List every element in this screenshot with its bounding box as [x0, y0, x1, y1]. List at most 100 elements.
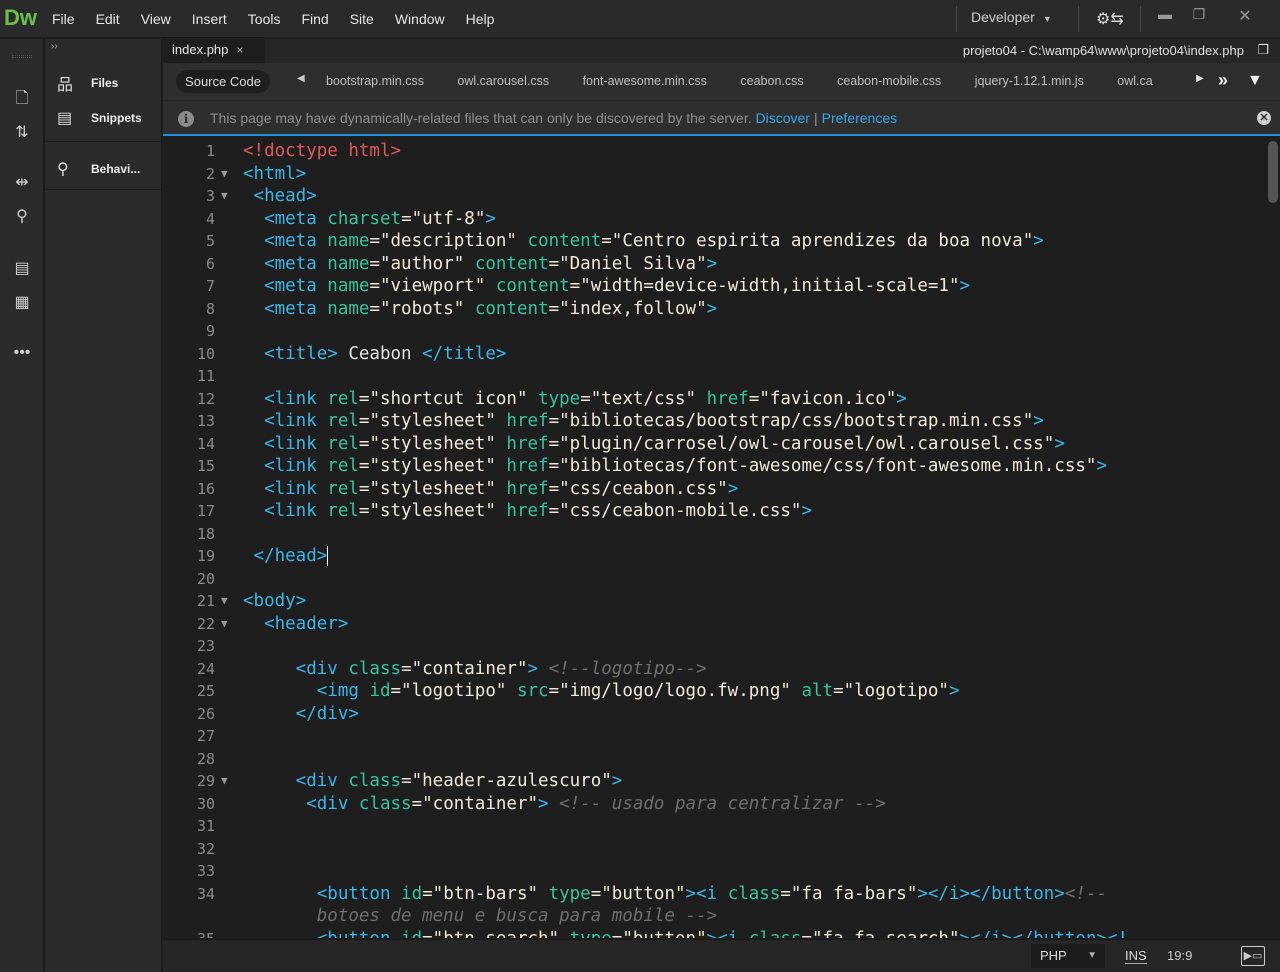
scroll-left-icon[interactable]: ◀	[297, 73, 305, 84]
panel-snippets[interactable]: ▤ Snippets	[45, 101, 161, 135]
related-file[interactable]: owl.ca	[1117, 63, 1152, 100]
code-line[interactable]: 31	[163, 815, 1263, 837]
menu-edit[interactable]: Edit	[96, 11, 120, 27]
preferences-link[interactable]: Preferences	[822, 110, 897, 126]
code-line[interactable]: 4 <meta charset="utf-8">	[163, 208, 1263, 230]
menu-insert[interactable]: Insert	[192, 11, 227, 27]
gear-sync-icon[interactable]: ⚙⇆	[1096, 9, 1130, 29]
scroll-right-icon[interactable]: ▶	[1196, 73, 1204, 84]
code-line[interactable]: 15 <link rel="stylesheet" href="bibliote…	[163, 455, 1263, 477]
code-line[interactable]: 17 <link rel="stylesheet" href="css/ceab…	[163, 500, 1263, 522]
code-text: <link rel="stylesheet" href="plugin/carr…	[243, 433, 1065, 455]
code-line[interactable]: 6 <meta name="author" content="Daniel Si…	[163, 253, 1263, 275]
code-line[interactable]: 26 </div>	[163, 703, 1263, 725]
code-editor[interactable]: 1 <!doctype html> 2 ▼ <html> 3 ▼ <head> 4 <meta…	[163, 137, 1280, 938]
code-line[interactable]: 30 <div class="container"> <!-- usado pa…	[163, 793, 1263, 815]
workspace-switcher[interactable]: Developer ▼	[971, 9, 1052, 25]
filter-icon[interactable]: ▼	[1247, 72, 1263, 90]
expand-collapse-icon[interactable]: ⇹	[8, 171, 36, 195]
code-line[interactable]: 20	[163, 568, 1263, 590]
more-files-icon[interactable]: »	[1218, 70, 1228, 91]
code-line[interactable]: 1 <!doctype html>	[163, 140, 1263, 162]
code-line[interactable]: 14 <link rel="stylesheet" href="plugin/c…	[163, 433, 1263, 455]
code-token: >	[727, 478, 739, 499]
code-line[interactable]: 32	[163, 838, 1263, 860]
info-bar: i This page may have dynamically-related…	[163, 100, 1280, 136]
vertical-scrollbar[interactable]	[1268, 141, 1278, 203]
code-line[interactable]: 33	[163, 860, 1263, 882]
manage-comments-icon[interactable]: ▦	[8, 291, 36, 315]
code-line[interactable]: 25 <img id="logotipo" src="img/logo/logo…	[163, 680, 1263, 702]
code-line[interactable]: 27	[163, 725, 1263, 747]
code-token: <div	[243, 658, 349, 679]
related-file[interactable]: bootstrap.min.css	[326, 63, 424, 100]
menu-window[interactable]: Window	[395, 11, 445, 27]
code-line[interactable]: 18	[163, 523, 1263, 545]
code-line[interactable]: 16 <link rel="stylesheet" href="css/ceab…	[163, 478, 1263, 500]
expand-panels-icon[interactable]: ››	[51, 41, 58, 52]
code-line[interactable]: botoes de menu e busca para mobile -->	[163, 905, 1263, 927]
panel-grip[interactable]	[12, 55, 32, 58]
menu-help[interactable]: Help	[466, 11, 495, 27]
tab-close-icon[interactable]: ×	[236, 43, 243, 57]
close-icon[interactable]: ✕	[1230, 6, 1260, 26]
code-line[interactable]: 22 ▼ <header>	[163, 613, 1263, 635]
menu-site[interactable]: Site	[350, 11, 374, 27]
code-line[interactable]: 8 <meta name="robots" content="index,fol…	[163, 298, 1263, 320]
menu-find[interactable]: Find	[301, 11, 328, 27]
code-line[interactable]: 34 <button id="btn-bars" type="button"><…	[163, 883, 1263, 905]
tab-index-php[interactable]: index.php ×	[163, 39, 265, 63]
live-preview-icon[interactable]: ▶▭	[1241, 946, 1265, 966]
tab-label: index.php	[172, 42, 229, 57]
code-line[interactable]: 23	[163, 635, 1263, 657]
maximize-icon[interactable]: ❐	[1184, 6, 1214, 26]
panel-behaviors[interactable]: ⚲ Behavi...	[45, 152, 161, 186]
wand-icon[interactable]: ⚲	[8, 205, 36, 229]
discover-link[interactable]: Discover	[756, 110, 810, 126]
code-line[interactable]: 35 <button id="btn-search" type="button"…	[163, 928, 1263, 939]
related-file[interactable]: owl.carousel.css	[457, 63, 549, 100]
fold-toggle-icon[interactable]: ▼	[221, 590, 228, 612]
code-line[interactable]: 9	[163, 320, 1263, 342]
fold-toggle-icon[interactable]: ▼	[221, 185, 228, 207]
sort-arrows-icon[interactable]: ⇅	[8, 121, 36, 145]
source-code-button[interactable]: Source Code	[176, 70, 270, 93]
info-separator: |	[813, 110, 818, 126]
fold-toggle-icon[interactable]: ▼	[221, 163, 228, 185]
code-line[interactable]: 28	[163, 748, 1263, 770]
panel-files[interactable]: 品 Files	[45, 66, 161, 100]
related-file[interactable]: jquery-1.12.1.min.js	[975, 63, 1084, 100]
new-document-icon[interactable]: 🗋	[8, 87, 36, 111]
more-icon[interactable]: •••	[8, 341, 36, 365]
code-line[interactable]: 12 <link rel="shortcut icon" type="text/…	[163, 388, 1263, 410]
code-line[interactable]: 2 ▼ <html>	[163, 163, 1263, 185]
close-infobar-icon[interactable]: ✕	[1257, 111, 1271, 125]
code-line[interactable]: 19 </head>	[163, 545, 1263, 567]
comment-icon[interactable]: ▤	[8, 257, 36, 281]
fold-toggle-icon[interactable]: ▼	[221, 613, 228, 635]
related-file[interactable]: ceabon-mobile.css	[837, 63, 941, 100]
related-file[interactable]: ceabon.css	[740, 63, 803, 100]
code-token: <img	[243, 681, 370, 701]
language-select[interactable]: PHP ▼	[1031, 944, 1105, 968]
fold-toggle-icon[interactable]: ▼	[221, 770, 228, 792]
code-token: >	[948, 681, 960, 701]
restore-window-icon[interactable]: ❐	[1257, 42, 1269, 58]
code-token: ="stylesheet"	[358, 456, 507, 476]
code-line[interactable]: 24 <div class="container"> <!--logotipo-…	[163, 658, 1263, 680]
code-line[interactable]: 29 ▼ <div class="header-azulescuro">	[163, 770, 1263, 792]
code-line[interactable]: 7 <meta name="viewport" content="width=d…	[163, 275, 1263, 297]
code-line[interactable]: 10 <title> Ceabon </title>	[163, 343, 1263, 365]
related-file[interactable]: font-awesome.min.css	[583, 63, 707, 100]
code-line[interactable]: 5 <meta name="description" content="Cent…	[163, 230, 1263, 252]
menu-view[interactable]: View	[141, 11, 171, 27]
insert-mode[interactable]: INS	[1125, 948, 1147, 964]
code-line[interactable]: 13 <link rel="stylesheet" href="bibliote…	[163, 410, 1263, 432]
code-line[interactable]: 11	[163, 365, 1263, 387]
code-line[interactable]: 3 ▼ <head>	[163, 185, 1263, 207]
code-line[interactable]: 21 ▼ <body>	[163, 590, 1263, 612]
code-token: <head>	[243, 186, 317, 206]
menu-tools[interactable]: Tools	[248, 11, 281, 27]
minimize-icon[interactable]: ▬	[1150, 6, 1180, 26]
menu-file[interactable]: File	[52, 11, 75, 27]
